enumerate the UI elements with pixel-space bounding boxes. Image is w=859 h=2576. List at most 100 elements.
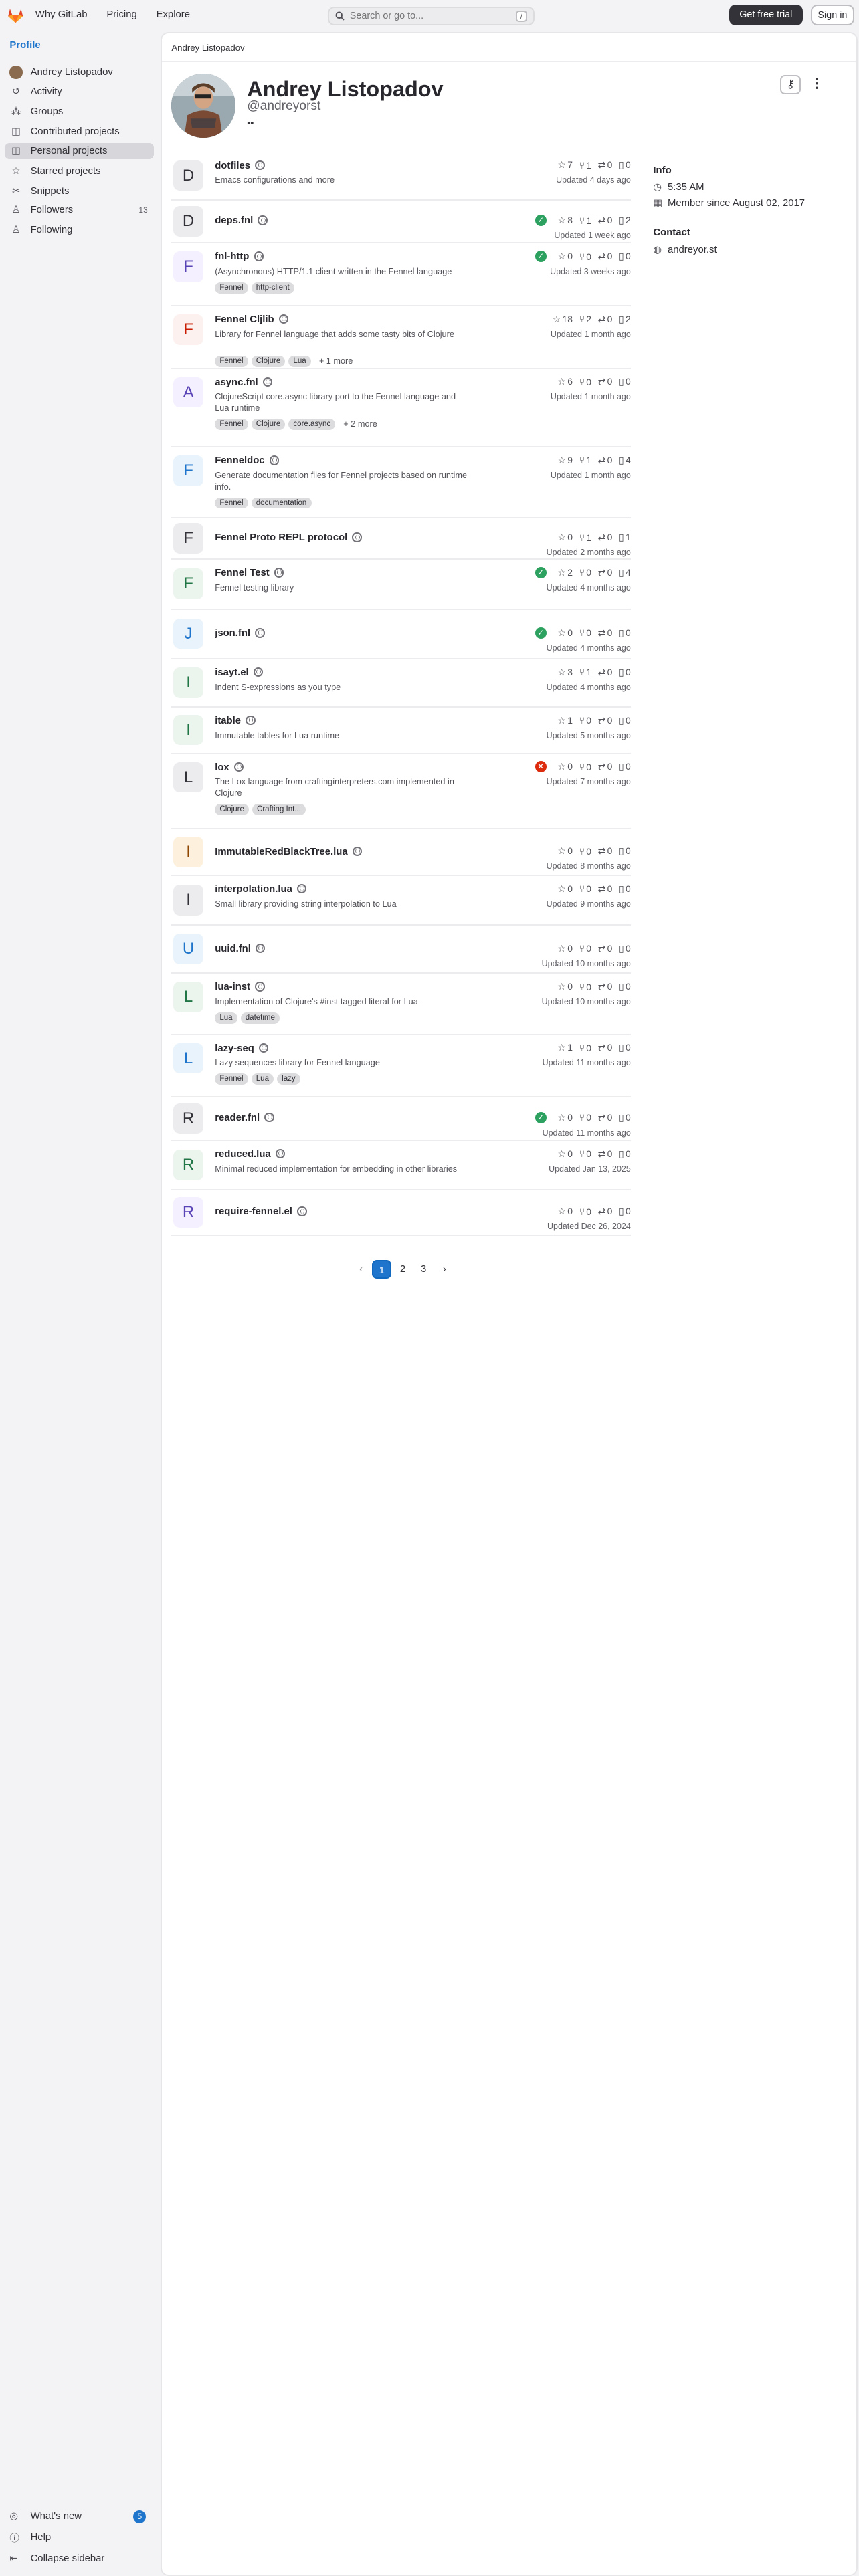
project-row[interactable]: F Fennel Cljlib Library for Fennel languag…: [171, 306, 631, 369]
issue-count[interactable]: ▯ 0: [619, 159, 631, 171]
project-row[interactable]: Ffnl-http (Asynchronous) HTTP/1.1 client …: [171, 243, 631, 306]
star-count[interactable]: ☆ 2: [557, 567, 573, 578]
merge-request-count[interactable]: ⇄ 0: [598, 1206, 613, 1217]
fork-count[interactable]: ⑂ 1: [579, 532, 591, 543]
star-count[interactable]: ☆ 3: [557, 667, 573, 678]
topic-badge[interactable]: Lua: [251, 1073, 274, 1085]
issue-count[interactable]: ▯ 2: [619, 215, 631, 226]
topic-badge[interactable]: core.async: [288, 418, 336, 430]
star-count[interactable]: ☆ 0: [557, 627, 573, 639]
sidebar-item-activity[interactable]: ↺ Activity: [5, 84, 154, 100]
project-name-text[interactable]: ImmutableRedBlackTree.lua: [215, 847, 347, 857]
topic-badge[interactable]: datetime: [240, 1012, 280, 1024]
page-button-1[interactable]: 1: [372, 1259, 392, 1279]
project-name[interactable]: deps.fnl: [215, 215, 268, 226]
project-name[interactable]: Fennel Test: [215, 568, 284, 578]
project-name-text[interactable]: isayt.el: [215, 667, 248, 678]
collapse-sidebar-button[interactable]: ⇤ Collapse sidebar: [5, 2551, 154, 2567]
merge-request-count[interactable]: ⇄ 0: [598, 159, 613, 171]
star-count[interactable]: ☆ 0: [557, 1112, 573, 1123]
project-avatar[interactable]: A: [173, 377, 204, 408]
more-topics-link[interactable]: + 2 more: [343, 419, 377, 430]
get-free-trial-button[interactable]: Get free trial: [729, 5, 803, 26]
project-name-text[interactable]: deps.fnl: [215, 215, 253, 226]
more-topics-link[interactable]: + 1 more: [319, 356, 353, 367]
project-avatar[interactable]: D: [173, 160, 204, 191]
rss-feed-button[interactable]: ⚷: [780, 75, 801, 95]
sidebar-item-snippets[interactable]: ✂ Snippets: [5, 183, 154, 199]
project-avatar[interactable]: F: [173, 314, 204, 345]
topic-badge[interactable]: Fennel: [215, 282, 248, 294]
project-name[interactable]: Fennel Cljlib: [215, 314, 289, 325]
project-name-text[interactable]: reduced.lua: [215, 1149, 271, 1160]
fork-count[interactable]: ⑂ 1: [579, 160, 591, 171]
pipeline-passed-icon[interactable]: ✓: [535, 567, 547, 578]
project-row[interactable]: Llox The Lox language from craftinginterp…: [171, 754, 631, 830]
search-input[interactable]: [349, 10, 510, 21]
pipeline-passed-icon[interactable]: ✓: [535, 251, 547, 263]
project-name-text[interactable]: itable: [215, 716, 241, 726]
sidebar-item-starred-projects[interactable]: ☆ Starred projects: [5, 163, 154, 179]
sidebar-item-contributed-projects[interactable]: ◫ Contributed projects: [5, 124, 154, 140]
fork-count[interactable]: ⑂ 0: [579, 251, 591, 262]
project-row[interactable]: Llua-inst Implementation of Clojure's #in…: [171, 974, 631, 1035]
issue-count[interactable]: ▯ 0: [619, 1112, 631, 1123]
gitlab-logo-icon[interactable]: [7, 7, 24, 24]
project-row[interactable]: Ddotfiles Emacs configurations and more ☆ 7…: [171, 152, 631, 201]
project-name-text[interactable]: lox: [215, 762, 229, 773]
fork-count[interactable]: ⑂ 0: [579, 715, 591, 726]
star-count[interactable]: ☆ 0: [557, 761, 573, 772]
topic-badge[interactable]: lazy: [276, 1073, 300, 1085]
issue-count[interactable]: ▯ 1: [619, 532, 631, 543]
star-count[interactable]: ☆ 0: [557, 981, 573, 992]
merge-request-count[interactable]: ⇄ 0: [598, 883, 613, 895]
star-count[interactable]: ☆ 18: [553, 314, 573, 325]
project-name-text[interactable]: async.fnl: [215, 377, 258, 388]
topic-badge[interactable]: Lua: [288, 356, 311, 368]
project-name[interactable]: lua-inst: [215, 982, 265, 992]
project-name-text[interactable]: json.fnl: [215, 628, 250, 639]
merge-request-count[interactable]: ⇄ 0: [598, 845, 613, 857]
fork-count[interactable]: ⑂ 0: [579, 982, 591, 992]
nav-why-gitlab[interactable]: Why GitLab: [35, 9, 88, 20]
pipeline-passed-icon[interactable]: ✓: [535, 1111, 547, 1123]
merge-request-count[interactable]: ⇄ 0: [598, 1148, 613, 1160]
issue-count[interactable]: ▯ 4: [619, 567, 631, 578]
star-count[interactable]: ☆ 7: [557, 159, 573, 171]
topic-badge[interactable]: Clojure: [215, 803, 250, 815]
project-avatar[interactable]: D: [173, 205, 204, 237]
merge-request-count[interactable]: ⇄ 0: [598, 1112, 613, 1123]
topic-badge[interactable]: Fennel: [215, 356, 248, 368]
sign-in-button[interactable]: Sign in: [811, 5, 854, 26]
merge-request-count[interactable]: ⇄ 0: [598, 455, 613, 466]
project-avatar[interactable]: R: [173, 1103, 204, 1134]
fork-count[interactable]: ⑂ 0: [579, 567, 591, 578]
pipeline-passed-icon[interactable]: ✓: [535, 627, 547, 639]
topic-badge[interactable]: Clojure: [251, 418, 286, 430]
project-avatar[interactable]: L: [173, 1043, 204, 1074]
topic-badge[interactable]: Clojure: [251, 356, 286, 368]
merge-request-count[interactable]: ⇄ 0: [598, 532, 613, 543]
fork-count[interactable]: ⑂ 2: [579, 314, 591, 324]
project-avatar[interactable]: R: [173, 1196, 204, 1228]
contact-link[interactable]: ◍ andreyor.st: [653, 245, 846, 255]
merge-request-count[interactable]: ⇄ 0: [598, 627, 613, 639]
project-avatar[interactable]: F: [173, 568, 204, 599]
topic-badge[interactable]: Fennel: [215, 1073, 248, 1085]
project-avatar[interactable]: F: [173, 455, 204, 486]
whats-new-button[interactable]: ◎ What's new 5: [5, 2508, 154, 2525]
merge-request-count[interactable]: ⇄ 0: [598, 215, 613, 226]
project-name[interactable]: isayt.el: [215, 667, 264, 678]
project-avatar[interactable]: I: [173, 714, 204, 746]
project-name-text[interactable]: dotfiles: [215, 160, 250, 171]
project-row[interactable]: Jjson.fnl ✓ ☆ 0 ⑂ 0 ⇄ 0 ▯ 0 Updated 4 months ago: [171, 610, 631, 659]
project-name-text[interactable]: reader.fnl: [215, 1113, 260, 1123]
issue-count[interactable]: ▯ 0: [619, 883, 631, 895]
project-avatar[interactable]: L: [173, 762, 204, 793]
pipeline-failed-icon[interactable]: ✕: [535, 761, 547, 773]
fork-count[interactable]: ⑂ 0: [579, 1148, 591, 1159]
contact-value[interactable]: andreyor.st: [668, 245, 717, 255]
project-row[interactable]: Uuuid.fnl ☆ 0 ⑂ 0 ⇄ 0 ▯ 0 Updated 10 months ago: [171, 926, 631, 974]
topic-badge[interactable]: Fennel: [215, 497, 248, 509]
project-name-text[interactable]: Fennel Test: [215, 568, 270, 578]
